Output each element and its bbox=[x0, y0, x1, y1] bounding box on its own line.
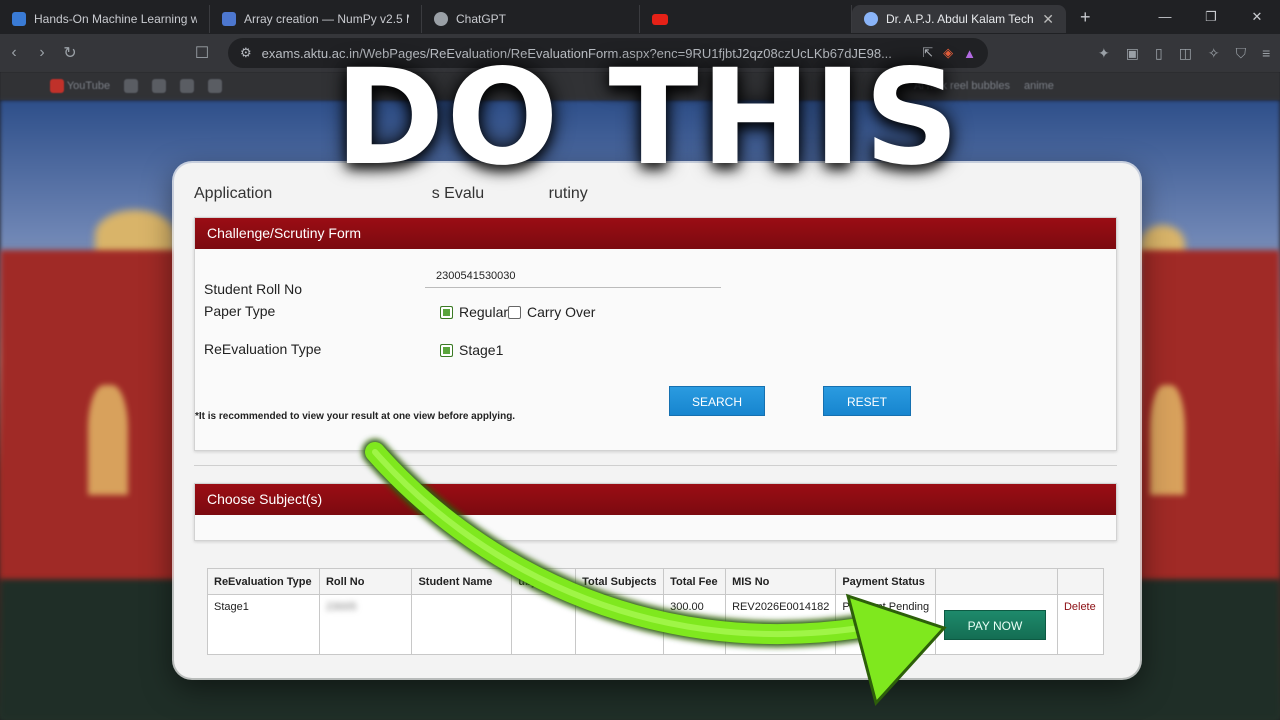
cell-fee: 300.00 bbox=[663, 594, 727, 655]
regular-checkbox[interactable]: Regular bbox=[440, 304, 508, 320]
forward-icon[interactable]: › bbox=[28, 44, 56, 62]
youtube-icon bbox=[50, 79, 64, 93]
paper-type-label: Paper Type bbox=[204, 303, 276, 319]
tab-icon[interactable]: ▣ bbox=[1126, 45, 1139, 62]
reload-icon[interactable]: ↻ bbox=[56, 43, 84, 63]
recommendation-note: *It is recommended to view your result a… bbox=[195, 411, 516, 422]
cell-total-subjects bbox=[575, 594, 665, 655]
window-decoration bbox=[1150, 385, 1185, 495]
divider bbox=[194, 465, 1117, 466]
roll-no-input[interactable]: 2300541530030 bbox=[436, 270, 516, 282]
col-delete bbox=[1056, 568, 1105, 595]
youtube-icon bbox=[652, 13, 668, 25]
sparkle-icon[interactable]: ✧ bbox=[1208, 45, 1220, 62]
checkbox-checked bbox=[440, 343, 453, 357]
gmail-icon[interactable] bbox=[208, 79, 223, 93]
col-total-fee: Total Fee bbox=[663, 568, 727, 595]
col-pay bbox=[935, 568, 1058, 595]
headline-text: DO THIS bbox=[334, 41, 962, 195]
panel-title: Choose Subject(s) bbox=[195, 484, 1116, 515]
cell-type: Stage1 bbox=[207, 594, 320, 655]
challenge-form-panel: Challenge/Scrutiny Form Student Roll No … bbox=[194, 217, 1117, 451]
pay-now-button[interactable]: PAY NOW bbox=[944, 610, 1046, 640]
col-payment-status: Payment Status bbox=[835, 568, 937, 595]
input-underline bbox=[425, 287, 721, 288]
maximize-button[interactable]: ❐ bbox=[1188, 9, 1234, 25]
tab-chatgpt[interactable]: ChatGPT bbox=[422, 5, 640, 33]
globe-icon bbox=[864, 12, 878, 26]
numpy-icon bbox=[222, 12, 236, 26]
wallet-icon[interactable]: ◫ bbox=[1179, 45, 1192, 62]
search-button[interactable]: SEARCH bbox=[669, 386, 765, 416]
col-student-name: Student Name bbox=[411, 568, 513, 595]
tab-youtube[interactable] bbox=[640, 5, 852, 33]
screenshot: Hands-On Machine Learning with Array cre… bbox=[0, 0, 1280, 720]
github-icon[interactable] bbox=[180, 79, 195, 93]
col-total-subjects: Total Subjects bbox=[575, 568, 665, 595]
tab-numpy[interactable]: Array creation — NumPy v2.5 Ma bbox=[210, 5, 422, 33]
choose-subjects-panel: Choose Subject(s) bbox=[194, 483, 1117, 541]
menu-icon[interactable]: ≡ bbox=[1262, 45, 1270, 62]
tab-hands-on-ml[interactable]: Hands-On Machine Learning with bbox=[0, 5, 210, 33]
window-decoration bbox=[88, 385, 128, 495]
panel-title: Challenge/Scrutiny Form bbox=[195, 218, 1116, 249]
col-mis-no: MIS No bbox=[725, 568, 837, 595]
cell-mis: REV2026E0014182 bbox=[725, 594, 837, 655]
stage1-checkbox[interactable]: Stage1 bbox=[440, 342, 503, 358]
vpn-icon[interactable]: ⛉ bbox=[1236, 45, 1247, 62]
col-roll-no: Roll No bbox=[318, 568, 413, 595]
sidebar-icon[interactable]: ▯ bbox=[1155, 45, 1163, 62]
minimize-button[interactable]: — bbox=[1142, 9, 1188, 25]
bookmark-icon[interactable]: ☐ bbox=[188, 43, 216, 63]
reevaluation-type-label: ReEvaluation Type bbox=[204, 341, 322, 357]
close-tab-icon[interactable]: ✕ bbox=[1042, 11, 1054, 28]
cell-roll: 23005 bbox=[318, 594, 413, 655]
extensions-area: ✦ ▣ ▯ ◫ ✧ ⛉ ≡ bbox=[1098, 45, 1270, 62]
back-icon[interactable]: ‹ bbox=[0, 44, 28, 62]
play-icon[interactable] bbox=[124, 79, 139, 93]
form-card: Application s Evalu rutiny Challenge/Scr… bbox=[174, 163, 1140, 678]
book-icon bbox=[12, 12, 26, 26]
col-reevaluation-type: ReEvaluation Type bbox=[207, 568, 320, 595]
delete-link[interactable]: Delete bbox=[1056, 594, 1105, 655]
window-controls: — ❐ ✕ bbox=[1142, 9, 1280, 25]
cloud-icon[interactable] bbox=[152, 79, 167, 93]
table-header-row: ReEvaluation Type Roll No Student Name u… bbox=[207, 568, 1105, 595]
col-subjects: ubjects bbox=[511, 568, 577, 595]
chatgpt-icon bbox=[434, 12, 448, 26]
reset-button[interactable]: RESET bbox=[823, 386, 911, 416]
new-tab-button[interactable]: + bbox=[1066, 7, 1105, 28]
checkbox-checked bbox=[440, 305, 453, 319]
tab-bar: Hands-On Machine Learning with Array cre… bbox=[0, 0, 1280, 34]
cell-subjects bbox=[511, 594, 577, 655]
cell-name bbox=[411, 594, 513, 655]
roll-no-label: Student Roll No bbox=[204, 281, 303, 297]
cell-status: Payment Pending bbox=[835, 594, 937, 655]
bookmark-youtube[interactable]: YouTube bbox=[50, 79, 110, 93]
checkbox-unchecked bbox=[508, 305, 521, 319]
puzzle-icon[interactable]: ✦ bbox=[1098, 45, 1110, 62]
tab-aktu[interactable]: Dr. A.P.J. Abdul Kalam Technic ✕ bbox=[852, 5, 1066, 33]
close-window-button[interactable]: ✕ bbox=[1234, 9, 1280, 25]
carry-over-checkbox[interactable]: Carry Over bbox=[508, 304, 595, 320]
